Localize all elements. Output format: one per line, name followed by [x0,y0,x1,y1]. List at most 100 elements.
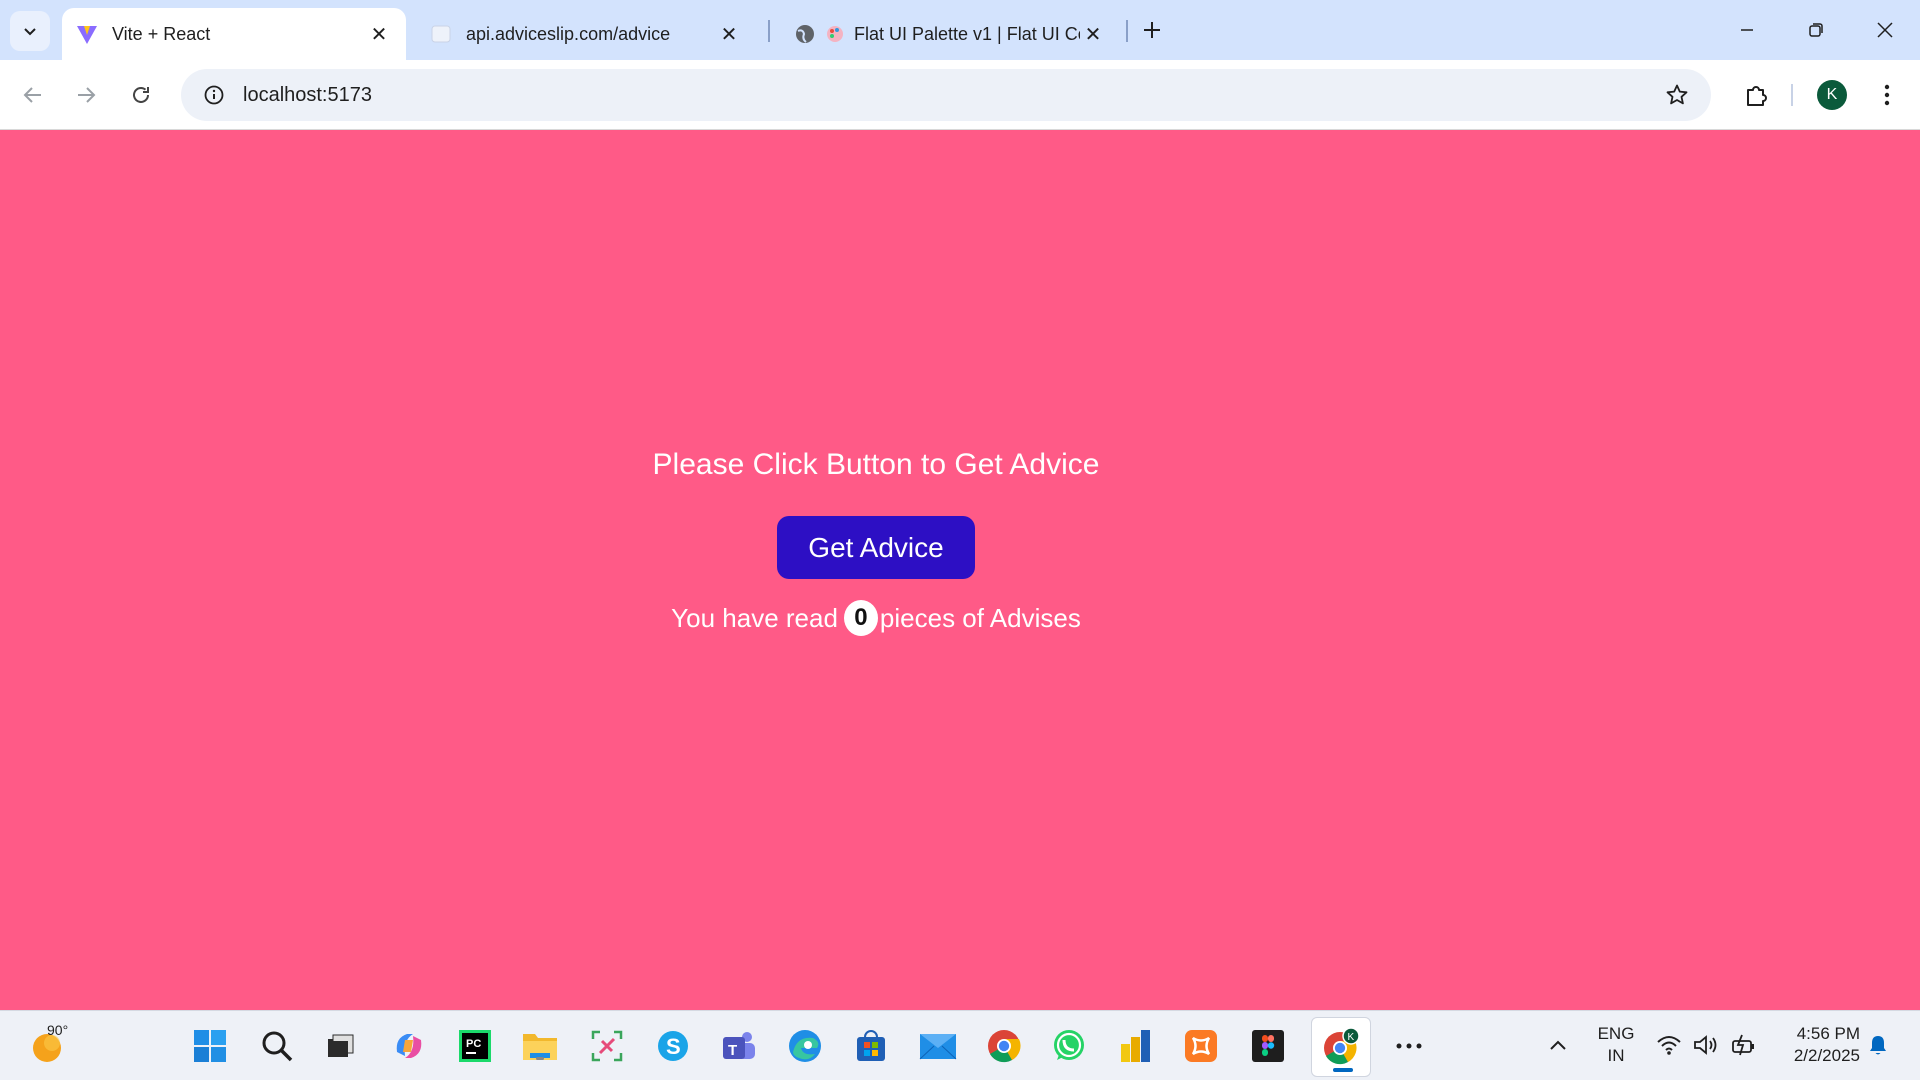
mail-button[interactable] [918,1026,958,1066]
profile-avatar[interactable]: K [1817,80,1847,110]
puzzle-icon [1747,86,1767,106]
counter-suffix: pieces of Advises [879,602,1081,633]
globe-icon [794,23,816,45]
search-button[interactable] [257,1026,297,1066]
close-icon[interactable]: ✕ [716,21,742,47]
extensions-button[interactable] [1738,77,1774,113]
search-icon [262,1031,293,1062]
blank-page-icon [430,23,452,45]
bookmark-star-icon[interactable] [1663,81,1691,109]
whatsapp-icon [1054,1030,1084,1060]
pycharm-icon: PC [459,1030,491,1062]
chrome-active-window-button[interactable]: K [1311,1017,1371,1077]
more-apps-button[interactable] [1389,1026,1429,1066]
teams-button[interactable]: T [719,1026,759,1066]
svg-text:K: K [1348,1032,1355,1043]
teams-icon: T [723,1032,755,1059]
forward-button[interactable] [66,75,106,115]
snipping-tool-icon [591,1030,623,1062]
tab-title: api.adviceslip.com/advice [466,23,671,44]
start-button[interactable] [190,1026,230,1066]
svg-text:S: S [666,1034,681,1059]
chevron-down-icon [24,28,36,36]
back-button[interactable] [13,75,53,115]
xampp-button[interactable] [1181,1026,1221,1066]
file-explorer-button[interactable] [520,1026,560,1066]
close-icon[interactable]: ✕ [366,21,392,47]
tab-vite-react[interactable]: Vite + React ✕ [62,8,406,60]
minimize-icon [1741,29,1753,31]
figma-icon [1252,1030,1284,1062]
reload-button[interactable] [121,75,161,115]
taskbar: 90° PC S T K ENG IN 4:56 PM 2/2/2025 [0,1010,1920,1080]
task-view-icon [328,1034,354,1057]
counter-badge: 0 [843,600,878,636]
tab-adviceslip[interactable]: api.adviceslip.com/advice ✕ [416,8,756,60]
battery-charging-icon [1732,1034,1754,1056]
tab-search-button[interactable] [10,11,50,51]
microsoft-store-button[interactable] [851,1026,891,1066]
close-window-button[interactable] [1855,10,1915,50]
power-bi-icon [1121,1030,1150,1062]
close-icon[interactable]: ✕ [1080,21,1106,47]
power-bi-button[interactable] [1116,1026,1156,1066]
mail-icon [919,1034,957,1060]
arrow-right-icon [78,87,96,103]
minimize-button[interactable] [1717,10,1777,50]
vite-logo-icon [76,23,98,45]
system-clock[interactable]: 4:56 PM 2/2/2025 [1770,1023,1860,1067]
clock-date: 2/2/2025 [1793,1046,1860,1065]
wifi-icon [1657,1036,1681,1055]
address-bar[interactable]: localhost:5173 [181,69,1711,121]
chevron-up-icon [1550,1040,1566,1050]
skype-icon: S [658,1031,688,1061]
notification-bell-icon[interactable] [1866,1033,1890,1057]
show-hidden-icons-button[interactable] [1546,1033,1570,1057]
xampp-icon [1185,1030,1217,1062]
edge-button[interactable] [785,1026,825,1066]
palette-icon [826,23,844,45]
language-region: IN [1607,1046,1625,1065]
store-icon [857,1030,885,1061]
svg-text:T: T [728,1042,737,1059]
chrome-button[interactable] [984,1026,1024,1066]
skype-button[interactable]: S [653,1026,693,1066]
language-indicator[interactable]: ENG IN [1592,1023,1640,1067]
more-horizontal-icon [1396,1043,1422,1049]
whatsapp-button[interactable] [1049,1026,1089,1066]
browser-menu-button[interactable] [1870,77,1904,113]
volume-icon [1694,1035,1717,1055]
tab-strip: Vite + React ✕ api.adviceslip.com/advice… [0,0,1920,60]
restore-button[interactable] [1786,10,1846,50]
figma-button[interactable] [1248,1026,1288,1066]
chrome-profile-icon: K [1324,1027,1360,1065]
advice-counter: You have read 0 pieces of Advises [0,600,1752,636]
tab-separator [768,20,770,42]
copilot-button[interactable] [389,1026,429,1066]
active-indicator [1333,1068,1353,1072]
page-content: Please Click Button to Get Advice Get Ad… [0,131,1920,1010]
get-advice-button[interactable]: Get Advice [777,516,975,579]
snipping-tool-button[interactable] [587,1026,627,1066]
copilot-icon [396,1034,422,1058]
plus-icon [1144,22,1160,38]
tab-title: Vite + React [112,23,211,44]
task-view-button[interactable] [320,1026,360,1066]
windows-logo-icon [194,1030,226,1062]
site-info-icon[interactable] [189,84,239,106]
kebab-menu-icon [1884,84,1890,106]
pycharm-button[interactable]: PC [455,1026,495,1066]
running-indicator [536,1057,544,1060]
tab-title: Flat UI Palette v1 | Flat UI Co [854,23,1080,44]
chrome-icon [988,1030,1021,1063]
reload-icon [133,86,149,103]
tab-flat-ui-palette[interactable]: Flat UI Palette v1 | Flat UI Co ✕ [780,8,1120,60]
system-tray[interactable] [1656,1033,1758,1057]
language-code: ENG [1597,1024,1635,1043]
arrow-left-icon [23,87,41,103]
new-tab-button[interactable] [1136,14,1168,46]
page-headline: Please Click Button to Get Advice [652,448,1100,481]
address-url[interactable]: localhost:5173 [243,84,372,107]
toolbar-separator [1791,84,1793,106]
edge-icon [789,1030,821,1062]
